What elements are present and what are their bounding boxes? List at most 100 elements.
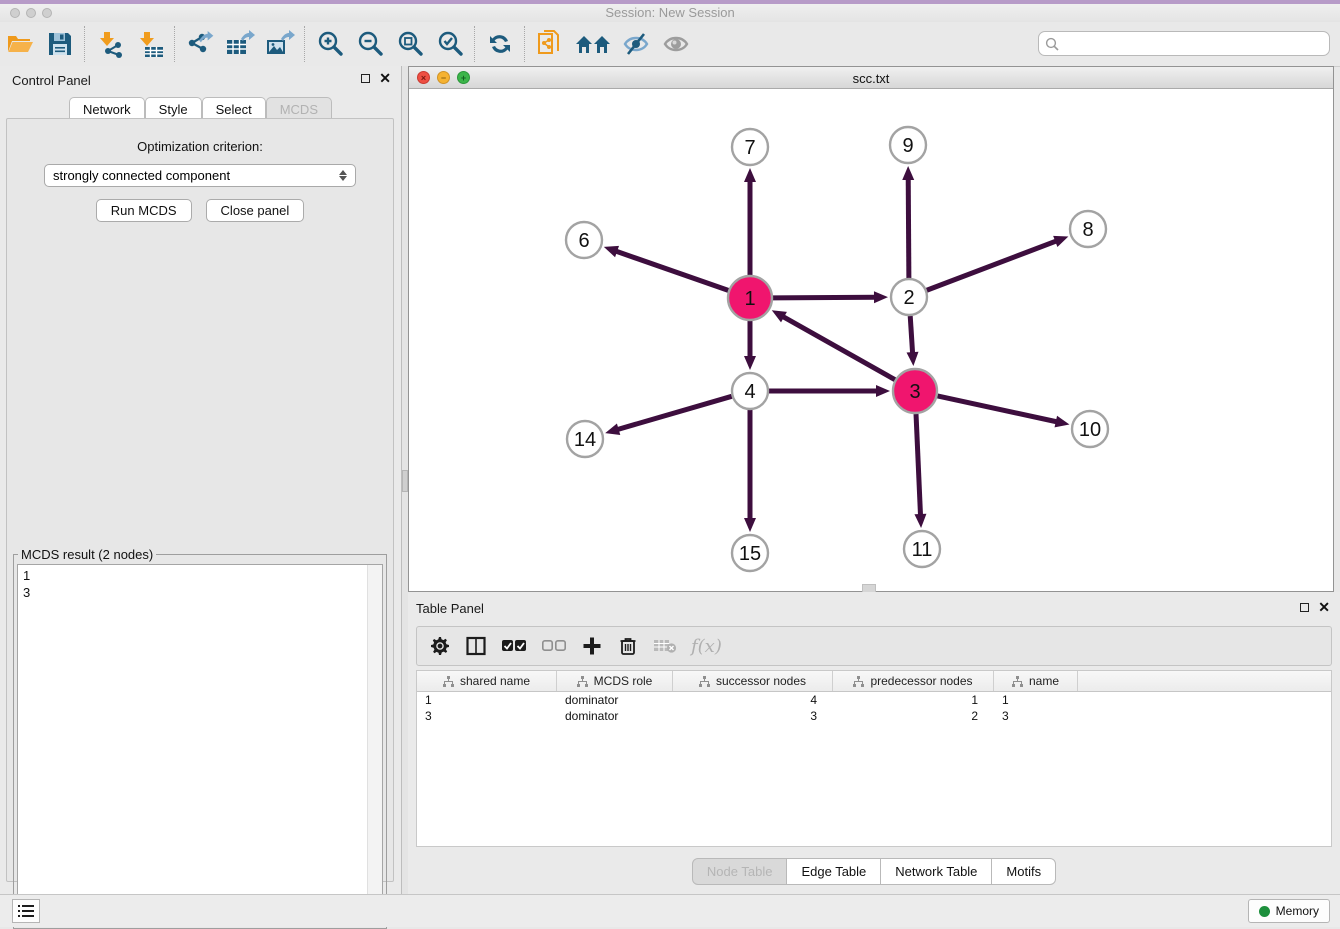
export-network-icon bbox=[185, 30, 215, 58]
cell-shared-name[interactable]: 1 bbox=[417, 693, 557, 707]
close-panel-button[interactable]: Close panel bbox=[206, 199, 305, 222]
graph-edge-arrowhead bbox=[744, 168, 756, 182]
zoom-fit-icon bbox=[396, 30, 424, 58]
add-column-button[interactable] bbox=[581, 633, 603, 659]
search-box[interactable] bbox=[1038, 31, 1330, 56]
import-network-button[interactable] bbox=[90, 25, 130, 63]
export-network-button[interactable] bbox=[180, 25, 220, 63]
export-image-button[interactable] bbox=[260, 25, 300, 63]
float-panel-icon[interactable] bbox=[361, 74, 370, 83]
network-window: × − + scc.txt 7968124314101511 bbox=[408, 66, 1334, 592]
graph-edge-arrowhead bbox=[744, 356, 756, 370]
network-canvas[interactable]: 7968124314101511 bbox=[409, 89, 1333, 591]
column-header-predecessor-nodes[interactable]: predecessor nodes bbox=[833, 671, 994, 691]
criterion-dropdown-value: strongly connected component bbox=[53, 168, 339, 183]
zoom-out-button[interactable] bbox=[350, 25, 390, 63]
table-row[interactable]: 1dominator411 bbox=[417, 692, 1331, 708]
save-icon bbox=[47, 31, 73, 57]
column-header-label: name bbox=[1029, 674, 1059, 688]
column-type-icon bbox=[1012, 676, 1023, 687]
result-line: 1 bbox=[23, 567, 377, 584]
graph-node-label: 6 bbox=[578, 230, 589, 252]
deselect-all-button[interactable] bbox=[541, 633, 567, 659]
hide-graphics-details-button[interactable] bbox=[616, 25, 656, 63]
export-table-button[interactable] bbox=[220, 25, 260, 63]
graph-edge-1-2[interactable] bbox=[773, 297, 876, 298]
cell-successor-nodes[interactable]: 4 bbox=[673, 693, 833, 707]
refresh-button[interactable] bbox=[480, 25, 520, 63]
criterion-dropdown[interactable]: strongly connected component bbox=[44, 164, 356, 187]
select-all-button[interactable] bbox=[501, 633, 527, 659]
plus-icon bbox=[582, 636, 602, 656]
search-input[interactable] bbox=[1063, 35, 1329, 52]
mcds-result-area[interactable]: 13 bbox=[17, 564, 383, 924]
delete-column-button[interactable] bbox=[617, 633, 639, 659]
table-float-panel-icon[interactable] bbox=[1300, 603, 1309, 612]
titlebar-accent bbox=[0, 0, 1340, 4]
close-panel-icon[interactable]: ✕ bbox=[379, 72, 391, 84]
save-session-button[interactable] bbox=[40, 25, 80, 63]
graph-node-label: 1 bbox=[744, 288, 755, 310]
graph-node-label: 2 bbox=[903, 287, 914, 309]
column-header-shared-name[interactable]: shared name bbox=[417, 671, 557, 691]
network-graph: 7968124314101511 bbox=[409, 89, 1333, 591]
table-settings-button[interactable] bbox=[429, 633, 451, 659]
dropdown-arrows-icon bbox=[339, 170, 347, 181]
mcds-panel: Optimization criterion: strongly connect… bbox=[6, 118, 394, 882]
table-tabs: Node TableEdge TableNetwork TableMotifs bbox=[408, 858, 1340, 885]
graph-edge-3-10[interactable] bbox=[937, 396, 1057, 422]
memory-button[interactable]: Memory bbox=[1248, 899, 1330, 923]
show-graphics-details-button[interactable] bbox=[656, 25, 696, 63]
table-header-row: shared nameMCDS rolesuccessor nodesprede… bbox=[417, 671, 1331, 692]
tab-edge-table[interactable]: Edge Table bbox=[786, 858, 881, 885]
two-houses-button[interactable] bbox=[570, 25, 616, 63]
node-table: shared nameMCDS rolesuccessor nodesprede… bbox=[416, 670, 1332, 847]
graph-edge-2-3[interactable] bbox=[910, 316, 912, 354]
clone-network-button[interactable] bbox=[530, 25, 570, 63]
graph-edge-4-14[interactable] bbox=[617, 396, 732, 429]
mcds-result-box: MCDS result (2 nodes) 13 bbox=[13, 547, 387, 929]
cell-shared-name[interactable]: 3 bbox=[417, 709, 557, 723]
zoom-selected-button[interactable] bbox=[430, 25, 470, 63]
tab-network-table[interactable]: Network Table bbox=[880, 858, 992, 885]
graph-edge-3-11[interactable] bbox=[916, 414, 921, 516]
zoom-in-button[interactable] bbox=[310, 25, 350, 63]
graph-edge-3-1[interactable] bbox=[782, 316, 895, 380]
function-builder-button[interactable]: f(x) bbox=[691, 633, 722, 659]
column-type-icon bbox=[853, 676, 864, 687]
column-header-name[interactable]: name bbox=[994, 671, 1078, 691]
zoom-fit-button[interactable] bbox=[390, 25, 430, 63]
cell-name[interactable]: 1 bbox=[994, 693, 1078, 707]
result-scrollbar[interactable] bbox=[367, 565, 382, 923]
open-session-button[interactable] bbox=[0, 25, 40, 63]
table-close-panel-icon[interactable]: ✕ bbox=[1318, 601, 1330, 613]
table-row[interactable]: 3dominator323 bbox=[417, 708, 1331, 724]
graph-edge-arrowhead bbox=[605, 423, 620, 435]
import-network-icon bbox=[96, 30, 124, 58]
cell-predecessor-nodes[interactable]: 1 bbox=[833, 693, 994, 707]
cell-successor-nodes[interactable]: 3 bbox=[673, 709, 833, 723]
panel-selector-button[interactable] bbox=[12, 899, 40, 923]
graph-node-label: 7 bbox=[744, 137, 755, 159]
graph-edge-arrowhead bbox=[876, 385, 890, 397]
cell-predecessor-nodes[interactable]: 2 bbox=[833, 709, 994, 723]
delete-table-button[interactable] bbox=[653, 633, 677, 659]
run-mcds-button[interactable]: Run MCDS bbox=[96, 199, 192, 222]
split-view-button[interactable] bbox=[465, 633, 487, 659]
clone-network-icon bbox=[536, 29, 564, 59]
graph-edge-2-9[interactable] bbox=[908, 178, 909, 278]
column-header-successor-nodes[interactable]: successor nodes bbox=[673, 671, 833, 691]
network-window-titlebar[interactable]: × − + scc.txt bbox=[409, 67, 1333, 89]
graph-edge-2-8[interactable] bbox=[927, 241, 1057, 291]
cell-MCDS-role[interactable]: dominator bbox=[557, 709, 673, 723]
tab-motifs[interactable]: Motifs bbox=[991, 858, 1056, 885]
graph-edge-arrowhead bbox=[874, 291, 888, 303]
import-table-button[interactable] bbox=[130, 25, 170, 63]
cell-name[interactable]: 3 bbox=[994, 709, 1078, 723]
cell-MCDS-role[interactable]: dominator bbox=[557, 693, 673, 707]
column-header-MCDS-role[interactable]: MCDS role bbox=[557, 671, 673, 691]
export-image-icon bbox=[265, 30, 295, 58]
graph-edge-1-6[interactable] bbox=[615, 251, 728, 291]
graph-edge-arrowhead bbox=[604, 246, 619, 257]
tab-node-table[interactable]: Node Table bbox=[692, 858, 788, 885]
